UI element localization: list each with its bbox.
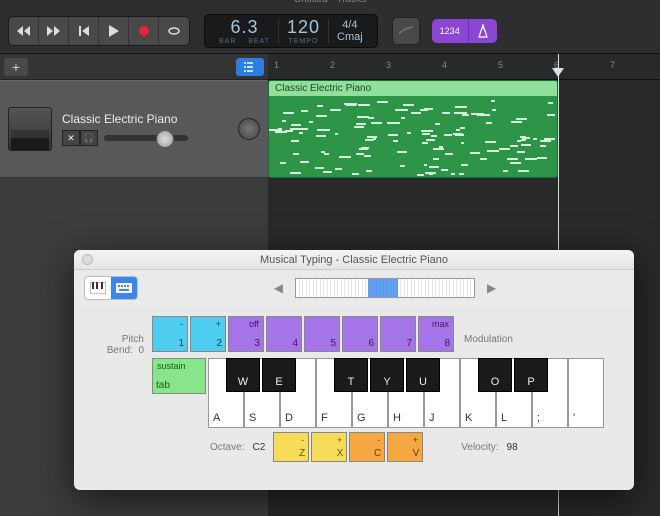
- tab-typing-view[interactable]: [111, 277, 137, 299]
- display-mode-buttons: 1234: [432, 19, 497, 43]
- black-key-P[interactable]: P: [514, 358, 548, 392]
- mod-key-4[interactable]: 4: [266, 316, 302, 352]
- octave-right-button[interactable]: ▶: [481, 279, 502, 297]
- mini-keyboard[interactable]: [295, 278, 475, 298]
- transport-toolbar: 6.3 BAR BEAT 120TEMPO 4/4Cmaj 1234: [0, 8, 660, 54]
- velocity-label: Velocity:: [461, 442, 498, 453]
- octave-label: Octave:: [210, 442, 244, 453]
- lcd-tempo[interactable]: 120: [287, 17, 320, 38]
- octave-value: C2: [252, 442, 265, 453]
- master-volume-button[interactable]: [392, 17, 420, 45]
- count-in-button[interactable]: 1234: [432, 19, 469, 43]
- sustain-key[interactable]: sustain tab: [152, 358, 206, 394]
- track-name[interactable]: Classic Electric Piano: [62, 112, 228, 126]
- close-icon[interactable]: [82, 254, 93, 265]
- forward-button[interactable]: [39, 17, 69, 45]
- white-key-'[interactable]: ': [568, 358, 604, 428]
- volume-slider[interactable]: [104, 135, 188, 141]
- lcd-position: 6.3: [230, 17, 258, 38]
- inspector-toggle-button[interactable]: [236, 58, 264, 76]
- mod-key-6[interactable]: 6: [342, 316, 378, 352]
- black-key-T[interactable]: T: [334, 358, 368, 392]
- rewind-button[interactable]: [9, 17, 39, 45]
- region-name: Classic Electric Piano: [269, 81, 557, 96]
- go-to-start-button[interactable]: [69, 17, 99, 45]
- pan-knob[interactable]: [238, 118, 260, 140]
- ruler-tick: 1: [274, 60, 279, 70]
- mute-button[interactable]: ✕: [62, 130, 80, 146]
- lcd-signature[interactable]: 4/4: [342, 19, 357, 31]
- black-key-E[interactable]: E: [262, 358, 296, 392]
- midi-region[interactable]: Classic Electric Piano: [268, 80, 558, 178]
- mod-key-3[interactable]: off3: [228, 316, 264, 352]
- ruler-tick: 5: [498, 60, 503, 70]
- timeline-ruler[interactable]: 12345678: [268, 54, 660, 80]
- musical-typing-window[interactable]: Musical Typing - Classic Electric Piano …: [74, 250, 634, 490]
- add-track-button[interactable]: +: [4, 58, 28, 76]
- mod-key-8[interactable]: max8: [418, 316, 454, 352]
- mod-key-2[interactable]: +2: [190, 316, 226, 352]
- mod-key-1[interactable]: -1: [152, 316, 188, 352]
- metronome-button[interactable]: [469, 19, 497, 43]
- velocity-value: 98: [507, 442, 518, 453]
- black-key-O[interactable]: O: [478, 358, 512, 392]
- track-instrument-icon[interactable]: [8, 107, 52, 151]
- typing-keyboard: ASDFGHJKL;'WETYUOP: [208, 358, 604, 428]
- track-header[interactable]: Classic Electric Piano ✕ 🎧: [0, 80, 268, 178]
- pitch-bend-value: 0: [138, 345, 144, 356]
- oct-key-V[interactable]: +V: [387, 432, 423, 462]
- oct-key-C[interactable]: -C: [349, 432, 385, 462]
- solo-button[interactable]: 🎧: [80, 130, 98, 146]
- play-button[interactable]: [99, 17, 129, 45]
- octave-left-button[interactable]: ◀: [268, 279, 289, 297]
- mt-window-title[interactable]: Musical Typing - Classic Electric Piano: [74, 250, 634, 270]
- tab-keyboard-view[interactable]: [85, 277, 111, 299]
- transport-buttons: [8, 16, 190, 46]
- oct-key-X[interactable]: +X: [311, 432, 347, 462]
- ruler-tick: 4: [442, 60, 447, 70]
- black-key-W[interactable]: W: [226, 358, 260, 392]
- black-key-Y[interactable]: Y: [370, 358, 404, 392]
- black-key-U[interactable]: U: [406, 358, 440, 392]
- region-notes: [269, 96, 557, 178]
- lcd-key[interactable]: Cmaj: [337, 31, 363, 43]
- record-button[interactable]: [129, 17, 159, 45]
- oct-key-Z[interactable]: -Z: [273, 432, 309, 462]
- ruler-tick: 7: [610, 60, 615, 70]
- ruler-tick: 2: [330, 60, 335, 70]
- mod-key-7[interactable]: 7: [380, 316, 416, 352]
- ruler-tick: 3: [386, 60, 391, 70]
- modulation-label: Modulation: [456, 316, 513, 345]
- window-titlebar: Untitled - Tracks: [0, 0, 660, 8]
- lcd-display[interactable]: 6.3 BAR BEAT 120TEMPO 4/4Cmaj: [204, 14, 378, 48]
- mt-view-tabs: [84, 276, 138, 300]
- cycle-button[interactable]: [159, 17, 189, 45]
- mod-key-5[interactable]: 5: [304, 316, 340, 352]
